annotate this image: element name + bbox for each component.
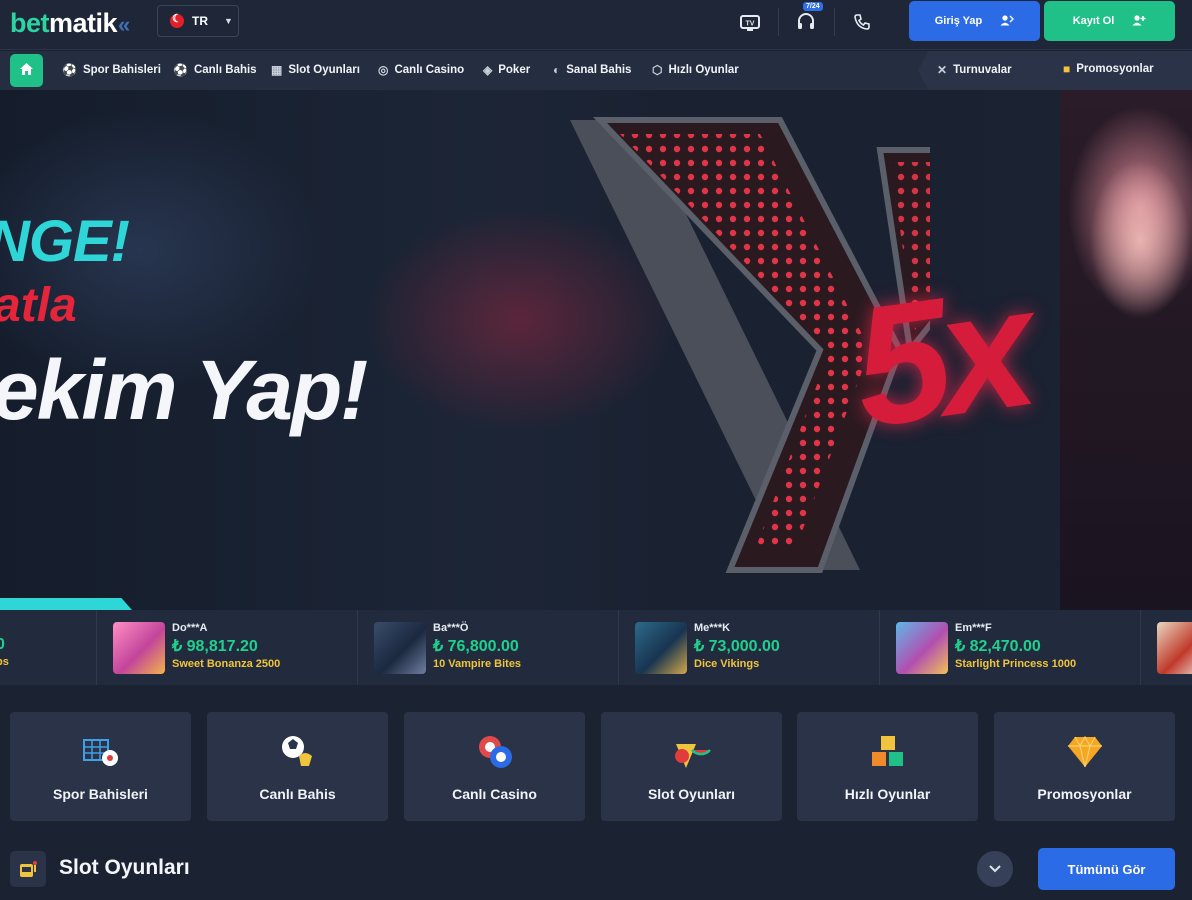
collapse-toggle-button[interactable] <box>977 851 1013 887</box>
category-slot-oyunlari[interactable]: Slot Oyunları <box>601 712 782 821</box>
swords-icon: ✕ <box>937 63 948 77</box>
winner-item[interactable]: Ba***Ö ₺ 76,800.00 10 Vampire Bites <box>374 622 521 674</box>
sports-betting-icon <box>81 734 121 770</box>
support-badge: 7/24 <box>803 2 823 11</box>
fruit-slot-icon <box>672 734 712 770</box>
nav-item-sanal-bahis[interactable]: ◐ Sanal Bahis <box>553 63 631 77</box>
home-button[interactable] <box>10 54 43 87</box>
main-nav: ⚽ Spor Bahisleri ⚽ Canlı Bahis ▦ Slot Oy… <box>0 51 1192 90</box>
nav-item-canli-casino[interactable]: ◎ Canlı Casino <box>378 63 464 77</box>
view-all-button[interactable]: Tümünü Gör <box>1038 848 1175 890</box>
hero-multiplier: 5x <box>842 252 1037 464</box>
divider <box>834 8 835 36</box>
nav-item-turnuvalar[interactable]: ✕ Turnuvalar <box>937 63 1012 77</box>
chevron-down-icon <box>989 862 1001 876</box>
live-bet-icon: ⚽ <box>173 63 188 77</box>
recent-winners-ticker: 0 bs Do***A ₺ 98,817.20 Sweet Bonanza 25… <box>0 610 1192 685</box>
login-button[interactable]: Giriş Yap <box>909 1 1040 41</box>
casino-chips-icon <box>475 734 515 770</box>
hero-banner[interactable]: NGE! atla ekim Yap! 5x <box>0 90 1192 610</box>
section-title: Slot Oyunları <box>59 856 190 879</box>
winner-item[interactable]: Do***A ₺ 98,817.20 Sweet Bonanza 2500 <box>113 622 280 674</box>
winner-item[interactable]: Me***K ₺ 73,000.00 Dice Vikings <box>635 622 780 674</box>
hero-character-image <box>1060 90 1192 610</box>
hero-cta-text: ekim Yap! <box>0 343 368 437</box>
nav-item-promosyonlar[interactable]: ■ Promosyonlar <box>1063 62 1154 76</box>
category-hizli-oyunlar[interactable]: Hızlı Oyunlar <box>797 712 978 821</box>
diamond-icon <box>1065 734 1105 770</box>
hero-subline: atla <box>0 279 77 332</box>
game-thumbnail <box>113 622 165 674</box>
home-icon <box>19 62 34 80</box>
register-button[interactable]: Kayıt Ol <box>1044 1 1175 41</box>
casino-chip-icon: ◎ <box>378 63 389 77</box>
divider <box>778 8 779 36</box>
category-promosyonlar[interactable]: Promosyonlar <box>994 712 1175 821</box>
language-label: TR <box>192 14 208 28</box>
gift-icon: ■ <box>1063 62 1071 76</box>
game-thumbnail <box>1157 622 1192 674</box>
support-headset-icon[interactable] <box>794 10 818 34</box>
dice-icon: ⬡ <box>652 63 663 77</box>
chevron-down-icon: ▼ <box>224 16 233 26</box>
nav-item-poker[interactable]: ◈ Poker <box>483 63 530 77</box>
winner-item[interactable]: Em***F ₺ 82,470.00 Starlight Princess 10… <box>896 622 1076 674</box>
category-spor-bahisleri[interactable]: Spor Bahisleri <box>10 712 191 821</box>
hero-headline: NGE! <box>0 209 130 274</box>
winner-item[interactable]: 0 bs <box>0 622 9 668</box>
soccer-ball-icon: ⚽ <box>62 63 77 77</box>
virtual-bet-icon: ◐ <box>553 63 561 77</box>
nav-item-hizli-oyunlar[interactable]: ⬡ Hızlı Oyunlar <box>652 63 739 77</box>
nav-item-spor-bahisleri[interactable]: ⚽ Spor Bahisleri <box>62 63 161 77</box>
poker-chip-icon: ◈ <box>483 63 493 77</box>
nav-item-slot-oyunlari[interactable]: ▦ Slot Oyunları <box>271 63 360 77</box>
nav-item-canli-bahis[interactable]: ⚽ Canlı Bahis <box>173 63 257 77</box>
game-thumbnail <box>635 622 687 674</box>
category-canli-casino[interactable]: Canlı Casino <box>404 712 585 821</box>
tv-icon[interactable]: TV <box>738 10 762 34</box>
category-canli-bahis[interactable]: Canlı Bahis <box>207 712 388 821</box>
cubes-icon <box>868 734 908 770</box>
top-bar: betmatik« TR ▼ TV 7/24 Giriş Yap Kayıt O… <box>0 0 1192 50</box>
hero-accent-bar <box>0 598 132 610</box>
phone-icon[interactable] <box>850 10 874 34</box>
slot-section-icon <box>10 851 46 887</box>
game-thumbnail <box>896 622 948 674</box>
svg-text:TV: TV <box>746 21 755 28</box>
language-selector[interactable]: TR ▼ <box>157 5 239 37</box>
slot-machine-icon: ▦ <box>271 63 283 77</box>
betmatik-logo[interactable]: betmatik« <box>10 8 130 39</box>
user-login-icon <box>1000 14 1015 29</box>
user-add-icon <box>1132 14 1146 29</box>
winner-item[interactable] <box>1157 622 1192 674</box>
game-thumbnail <box>374 622 426 674</box>
turkey-flag-icon <box>170 12 184 28</box>
live-betting-icon <box>278 734 318 770</box>
